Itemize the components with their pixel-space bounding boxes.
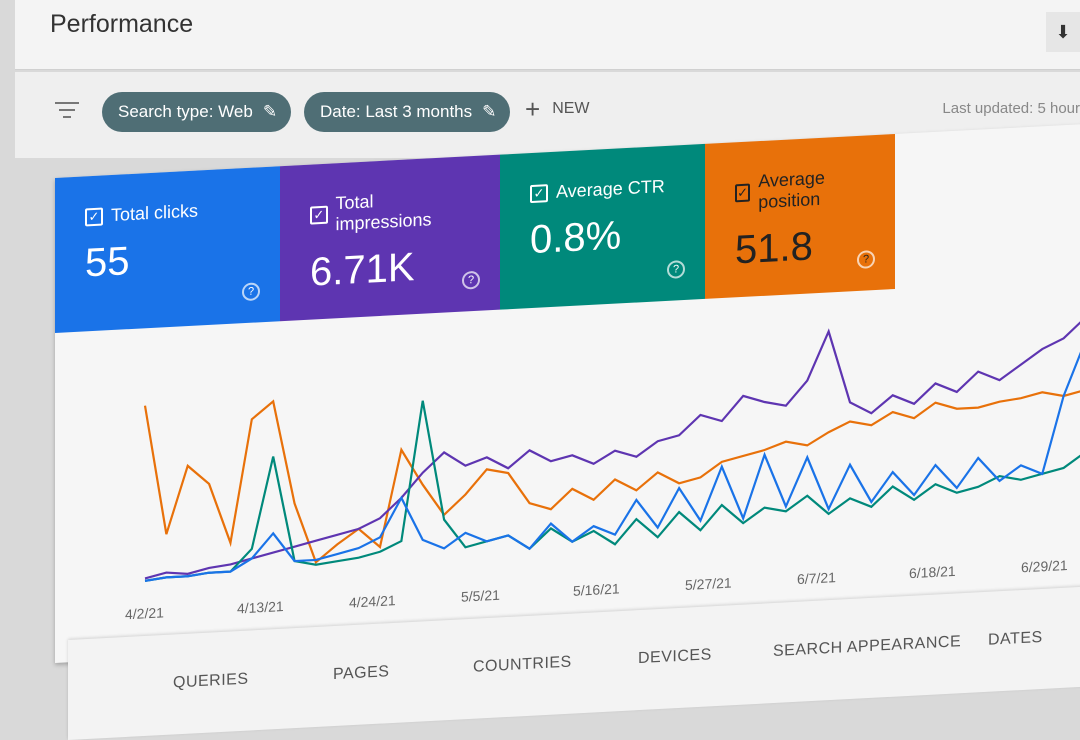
tab-devices[interactable]: DEVICES <box>638 646 712 668</box>
x-tick-label: 6/7/21 <box>797 569 836 587</box>
filter-icon[interactable] <box>55 102 79 123</box>
date-range-chip[interactable]: Date: Last 3 months ✎ <box>304 92 511 132</box>
series-line-1 <box>144 317 1080 580</box>
x-tick-label: 4/24/21 <box>349 592 396 610</box>
x-tick-label: 6/29/21 <box>1021 557 1068 575</box>
x-tick-label: 4/13/21 <box>237 598 284 616</box>
new-filter-button[interactable]: + NEW <box>525 94 590 124</box>
metric-card-1[interactable]: ✓ Total impressions 6.71K ? <box>280 154 500 322</box>
metric-label: Average CTR <box>556 176 665 202</box>
tab-queries[interactable]: QUERIES <box>173 671 249 693</box>
search-type-chip[interactable]: Search type: Web ✎ <box>102 92 292 132</box>
tab-countries[interactable]: COUNTRIES <box>473 654 572 677</box>
tab-pages[interactable]: PAGES <box>333 663 389 684</box>
metric-value: 0.8% <box>530 213 622 263</box>
page-title: Performance <box>50 10 194 38</box>
checkbox-icon[interactable]: ✓ <box>530 183 548 203</box>
tab-search-appearance[interactable]: SEARCH APPEARANCE <box>773 633 961 661</box>
metric-value: 55 <box>85 239 130 286</box>
help-icon[interactable]: ? <box>857 250 875 269</box>
download-icon: ⬇ <box>1055 21 1071 42</box>
help-icon[interactable]: ? <box>667 259 685 279</box>
help-icon[interactable]: ? <box>242 282 260 302</box>
new-label: NEW <box>552 100 590 117</box>
x-tick-label: 5/27/21 <box>685 575 732 593</box>
metric-label: Total impressions <box>335 191 432 235</box>
download-button[interactable]: ⬇ <box>1046 12 1080 52</box>
metric-value: 51.8 <box>735 224 813 273</box>
chip-label: Search type: Web <box>118 102 253 121</box>
chip-label: Date: Last 3 months <box>320 102 473 121</box>
help-icon[interactable]: ? <box>462 270 480 290</box>
pencil-icon: ✎ <box>482 102 497 121</box>
checkbox-icon[interactable]: ✓ <box>735 183 751 203</box>
performance-panel: ✓ Total clicks 55 ? ✓ Total impressions 6.7… <box>55 123 1080 663</box>
checkbox-icon[interactable]: ✓ <box>310 205 328 225</box>
series-line-0 <box>143 388 1080 565</box>
header-bar: Performance ⬇ <box>15 0 1080 70</box>
metric-value: 6.71K <box>310 245 415 295</box>
x-tick-label: 4/2/21 <box>125 604 164 622</box>
checkbox-icon[interactable]: ✓ <box>85 206 103 226</box>
plus-icon: + <box>525 94 541 124</box>
x-tick-label: 6/18/21 <box>909 563 956 581</box>
metric-label: Total clicks <box>111 200 199 226</box>
metric-card-2[interactable]: ✓ Average CTR 0.8% ? <box>500 143 705 310</box>
last-updated: Last updated: 5 hour <box>942 100 1080 117</box>
x-tick-label: 5/5/21 <box>461 587 500 605</box>
metric-card-3[interactable]: ✓ Average position 51.8 ? <box>705 133 895 299</box>
metric-card-0[interactable]: ✓ Total clicks 55 ? <box>55 166 280 333</box>
tab-dates[interactable]: DATES <box>988 629 1043 650</box>
x-tick-label: 5/16/21 <box>573 580 620 598</box>
pencil-icon: ✎ <box>262 102 278 121</box>
metric-label: Average position <box>758 167 825 213</box>
